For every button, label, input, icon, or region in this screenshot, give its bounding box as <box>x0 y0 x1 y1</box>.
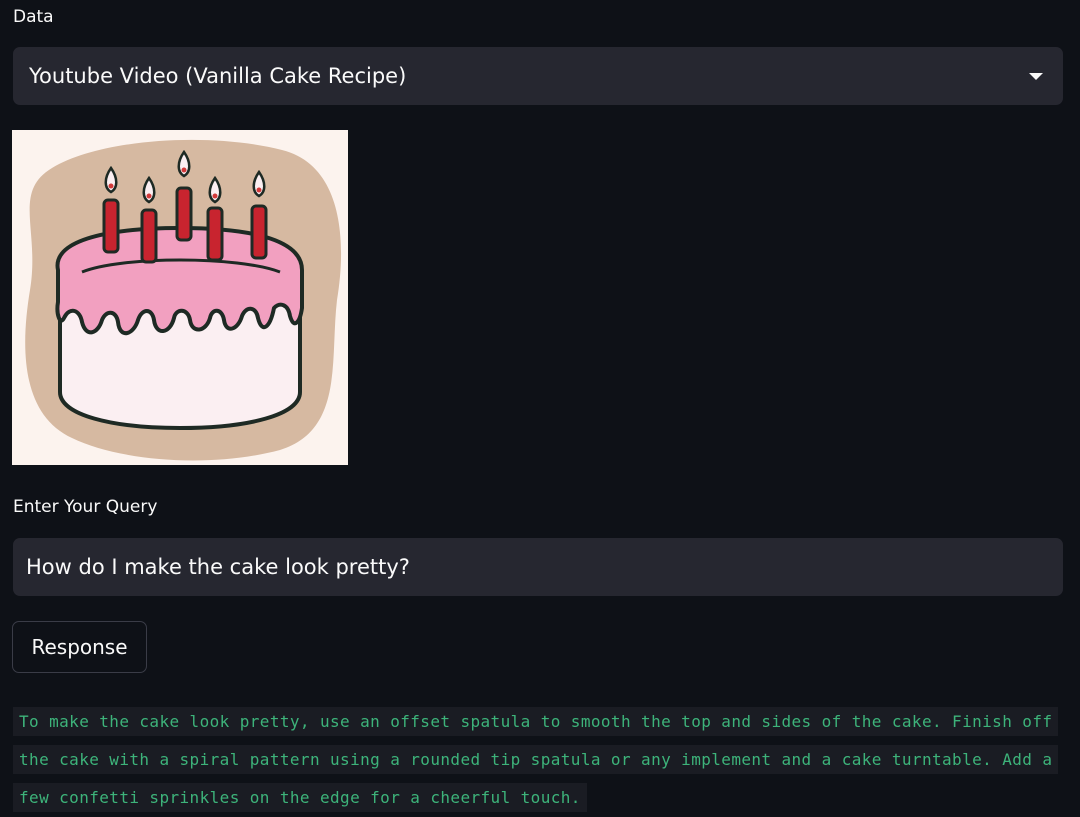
response-button[interactable]: Response <box>12 621 147 673</box>
response-text: To make the cake look pretty, use an off… <box>13 707 1059 812</box>
chevron-down-icon[interactable] <box>1029 73 1043 80</box>
data-select[interactable]: Youtube Video (Vanilla Cake Recipe) <box>13 47 1063 105</box>
birthday-cake-image <box>12 130 348 465</box>
query-label: Enter Your Query <box>13 497 158 517</box>
data-select-value: Youtube Video (Vanilla Cake Recipe) <box>29 64 407 88</box>
query-input[interactable]: How do I make the cake look pretty? <box>13 538 1063 596</box>
data-label: Data <box>13 7 54 27</box>
response-output: To make the cake look pretty, use an off… <box>13 703 1068 817</box>
